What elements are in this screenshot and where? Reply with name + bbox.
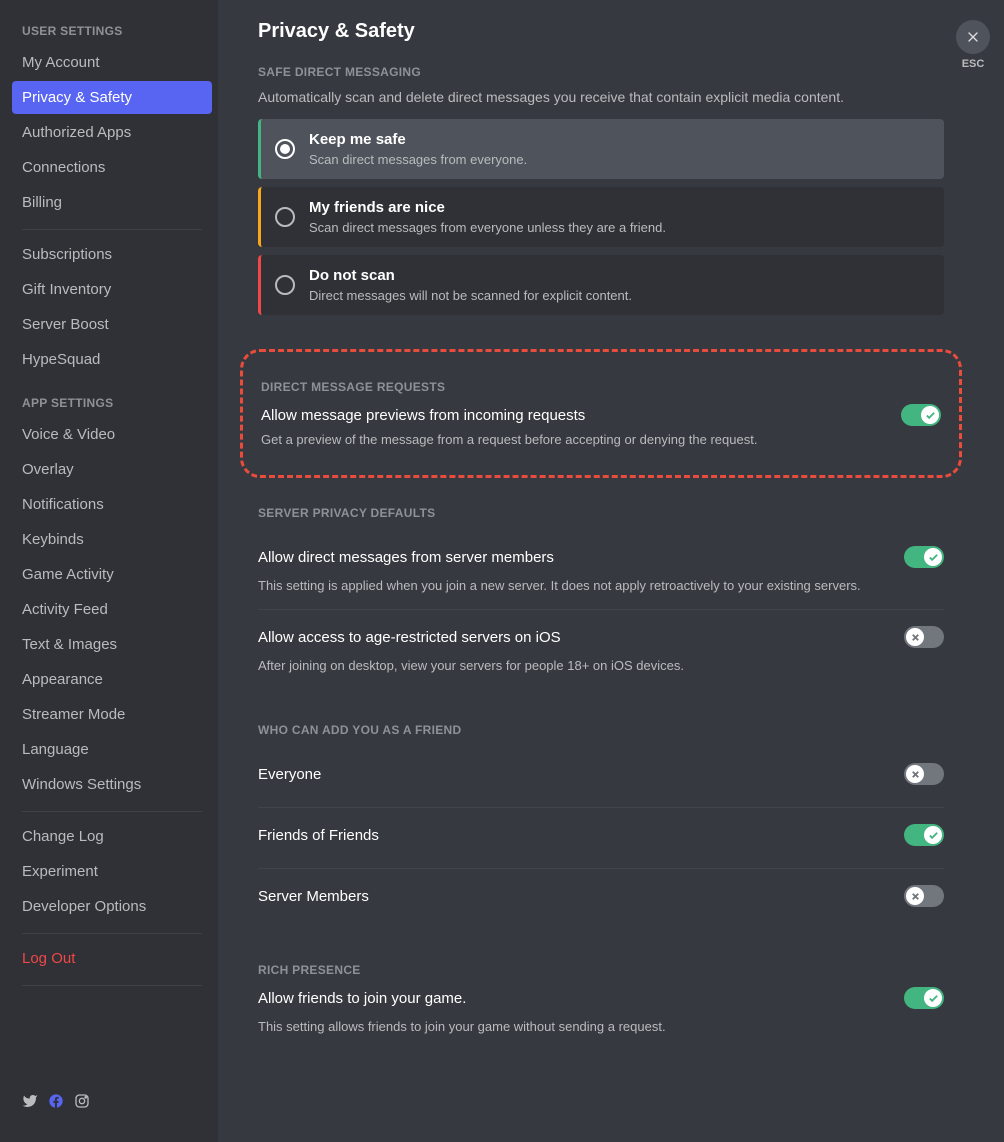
sidebar-header-user: USER SETTINGS bbox=[12, 20, 212, 46]
section-header: WHO CAN ADD YOU AS A FRIEND bbox=[258, 723, 944, 737]
instagram-icon[interactable] bbox=[74, 1093, 90, 1114]
sidebar-item-gift-inventory[interactable]: Gift Inventory bbox=[12, 273, 212, 306]
sidebar-item-hypesquad[interactable]: HypeSquad bbox=[12, 343, 212, 376]
toggle-knob bbox=[924, 548, 942, 566]
sidebar-item-billing[interactable]: Billing bbox=[12, 186, 212, 219]
sidebar-header-app: APP SETTINGS bbox=[12, 392, 212, 418]
radio-sub: Direct messages will not be scanned for … bbox=[309, 288, 632, 303]
sidebar-item-windows-settings[interactable]: Windows Settings bbox=[12, 768, 212, 801]
radio-icon bbox=[275, 207, 295, 227]
sidebar-item-privacy-safety[interactable]: Privacy & Safety bbox=[12, 81, 212, 114]
close-icon bbox=[956, 20, 990, 54]
section-desc: Automatically scan and delete direct mes… bbox=[258, 89, 944, 105]
radio-title: Keep me safe bbox=[309, 131, 527, 148]
setting-title: Allow direct messages from server member… bbox=[258, 549, 554, 566]
toggle-dm-server-members[interactable] bbox=[904, 546, 944, 568]
divider bbox=[22, 811, 202, 812]
close-button[interactable]: ESC bbox=[956, 20, 990, 70]
section-server-privacy: SERVER PRIVACY DEFAULTS Allow direct mes… bbox=[258, 506, 944, 689]
radio-sub: Scan direct messages from everyone. bbox=[309, 152, 527, 167]
divider bbox=[22, 933, 202, 934]
section-header: SERVER PRIVACY DEFAULTS bbox=[258, 506, 944, 520]
content: ESC Privacy & Safety SAFE DIRECT MESSAGI… bbox=[218, 0, 1004, 1142]
radio-icon bbox=[275, 275, 295, 295]
sidebar-item-subscriptions[interactable]: Subscriptions bbox=[12, 238, 212, 271]
toggle-knob bbox=[906, 628, 924, 646]
highlight-dm-requests: DIRECT MESSAGE REQUESTS Allow message pr… bbox=[240, 349, 962, 478]
section-header: RICH PRESENCE bbox=[258, 963, 944, 977]
toggle-friends-join-game[interactable] bbox=[904, 987, 944, 1009]
sidebar-item-voice-video[interactable]: Voice & Video bbox=[12, 418, 212, 451]
sidebar-item-notifications[interactable]: Notifications bbox=[12, 488, 212, 521]
sidebar: USER SETTINGS My Account Privacy & Safet… bbox=[0, 0, 218, 1142]
section-header: DIRECT MESSAGE REQUESTS bbox=[261, 380, 941, 394]
section-rich-presence: RICH PRESENCE Allow friends to join your… bbox=[258, 963, 944, 1034]
setting-desc: This setting is applied when you join a … bbox=[258, 578, 944, 593]
radio-title: Do not scan bbox=[309, 267, 632, 284]
section-friend-add: WHO CAN ADD YOU AS A FRIEND Everyone Fri… bbox=[258, 723, 944, 929]
sidebar-item-text-images[interactable]: Text & Images bbox=[12, 628, 212, 661]
page-title: Privacy & Safety bbox=[258, 20, 944, 43]
sidebar-item-server-boost[interactable]: Server Boost bbox=[12, 308, 212, 341]
setting-title: Friends of Friends bbox=[258, 827, 379, 844]
sidebar-item-developer-options[interactable]: Developer Options bbox=[12, 890, 212, 923]
radio-title: My friends are nice bbox=[309, 199, 666, 216]
toggle-knob bbox=[906, 887, 924, 905]
safe-dm-radio-group: Keep me safe Scan direct messages from e… bbox=[258, 119, 944, 315]
sidebar-item-overlay[interactable]: Overlay bbox=[12, 453, 212, 486]
sidebar-item-activity-feed[interactable]: Activity Feed bbox=[12, 593, 212, 626]
toggle-server-members[interactable] bbox=[904, 885, 944, 907]
setting-desc: This setting allows friends to join your… bbox=[258, 1019, 944, 1034]
section-header: SAFE DIRECT MESSAGING bbox=[258, 65, 944, 79]
setting-title: Allow friends to join your game. bbox=[258, 990, 466, 1007]
sidebar-item-streamer-mode[interactable]: Streamer Mode bbox=[12, 698, 212, 731]
radio-sub: Scan direct messages from everyone unles… bbox=[309, 220, 666, 235]
divider bbox=[22, 985, 202, 986]
setting-desc: After joining on desktop, view your serv… bbox=[258, 658, 944, 673]
twitter-icon[interactable] bbox=[22, 1093, 38, 1114]
radio-friends-nice[interactable]: My friends are nice Scan direct messages… bbox=[258, 187, 944, 247]
sidebar-item-logout[interactable]: Log Out bbox=[12, 942, 212, 975]
sidebar-item-connections[interactable]: Connections bbox=[12, 151, 212, 184]
sidebar-item-keybinds[interactable]: Keybinds bbox=[12, 523, 212, 556]
setting-title: Everyone bbox=[258, 766, 321, 783]
sidebar-item-experiment[interactable]: Experiment bbox=[12, 855, 212, 888]
toggle-knob bbox=[906, 765, 924, 783]
toggle-knob bbox=[924, 989, 942, 1007]
sidebar-item-change-log[interactable]: Change Log bbox=[12, 820, 212, 853]
setting-title: Server Members bbox=[258, 888, 369, 905]
toggle-knob bbox=[924, 826, 942, 844]
toggle-message-previews[interactable] bbox=[901, 404, 941, 426]
toggle-knob bbox=[921, 406, 939, 424]
toggle-everyone[interactable] bbox=[904, 763, 944, 785]
section-safe-dm: SAFE DIRECT MESSAGING Automatically scan… bbox=[258, 65, 944, 315]
esc-label: ESC bbox=[956, 58, 990, 70]
radio-keep-me-safe[interactable]: Keep me safe Scan direct messages from e… bbox=[258, 119, 944, 179]
setting-title: Allow access to age-restricted servers o… bbox=[258, 629, 561, 646]
radio-do-not-scan[interactable]: Do not scan Direct messages will not be … bbox=[258, 255, 944, 315]
toggle-age-restricted-ios[interactable] bbox=[904, 626, 944, 648]
social-row bbox=[12, 1085, 212, 1122]
sidebar-item-authorized-apps[interactable]: Authorized Apps bbox=[12, 116, 212, 149]
radio-icon bbox=[275, 139, 295, 159]
toggle-friends-of-friends[interactable] bbox=[904, 824, 944, 846]
sidebar-item-language[interactable]: Language bbox=[12, 733, 212, 766]
setting-title: Allow message previews from incoming req… bbox=[261, 407, 585, 424]
sidebar-item-appearance[interactable]: Appearance bbox=[12, 663, 212, 696]
sidebar-item-game-activity[interactable]: Game Activity bbox=[12, 558, 212, 591]
sidebar-item-my-account[interactable]: My Account bbox=[12, 46, 212, 79]
divider bbox=[22, 229, 202, 230]
setting-desc: Get a preview of the message from a requ… bbox=[261, 432, 941, 447]
facebook-icon[interactable] bbox=[48, 1093, 64, 1114]
